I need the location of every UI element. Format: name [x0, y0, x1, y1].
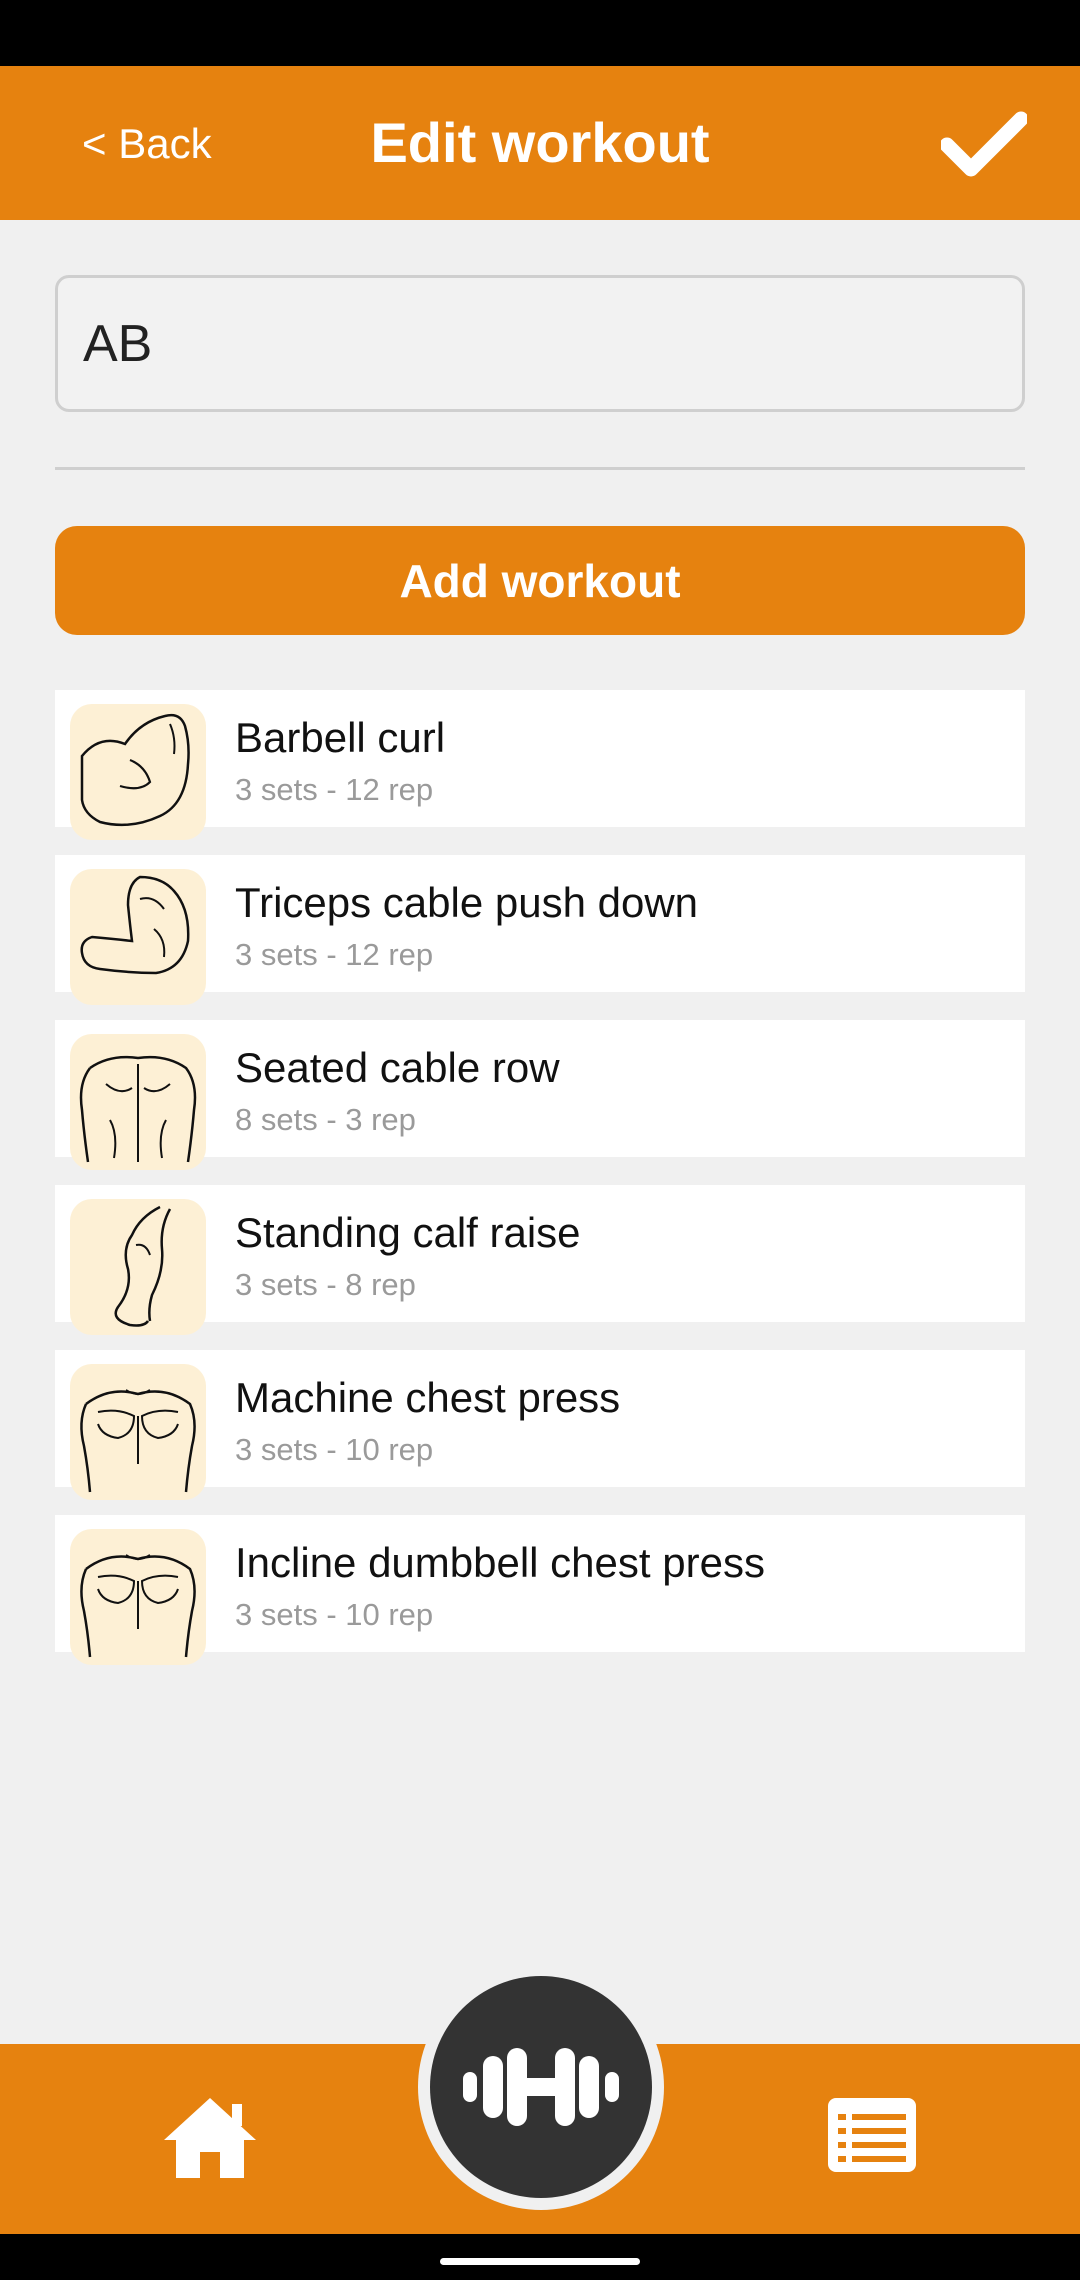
home-indicator[interactable] [440, 2258, 640, 2265]
app-header: < Back Edit workout [0, 66, 1080, 220]
list-item[interactable]: Triceps cable push down 3 sets - 12 rep [55, 855, 1025, 1005]
exercise-name: Seated cable row [235, 1044, 560, 1091]
exercise-list: Barbell curl 3 sets - 12 rep Triceps cab… [55, 690, 1025, 1680]
back-button[interactable]: < Back [82, 116, 212, 172]
exercise-detail: 3 sets - 12 rep [235, 937, 434, 972]
list-item[interactable]: Standing calf raise 3 sets - 8 rep [55, 1185, 1025, 1335]
home-button[interactable] [160, 2092, 260, 2184]
home-icon [164, 2098, 256, 2178]
exercise-detail: 3 sets - 8 rep [235, 1267, 416, 1302]
exercise-detail: 3 sets - 10 rep [235, 1597, 434, 1632]
list-item[interactable]: Machine chest press 3 sets - 10 rep [55, 1350, 1025, 1500]
workout-fab-button[interactable] [430, 1976, 652, 2198]
checkmark-icon [941, 111, 1027, 177]
back-icon [70, 1034, 206, 1170]
system-nav-bar [0, 2234, 1080, 2280]
exercise-detail: 3 sets - 12 rep [235, 772, 434, 807]
exercise-name: Incline dumbbell chest press [235, 1539, 765, 1586]
chest-icon [70, 1529, 206, 1665]
exercise-detail: 8 sets - 3 rep [235, 1102, 416, 1137]
calf-icon [70, 1199, 206, 1335]
workout-name-input[interactable] [55, 275, 1025, 412]
list-item[interactable]: Barbell curl 3 sets - 12 rep [55, 690, 1025, 840]
chest-icon [70, 1364, 206, 1500]
add-workout-button[interactable]: Add workout [55, 526, 1025, 635]
list-button[interactable] [826, 2096, 918, 2174]
status-bar [0, 0, 1080, 66]
divider [55, 467, 1025, 470]
exercise-detail: 3 sets - 10 rep [235, 1432, 434, 1467]
dumbbell-icon [463, 2048, 619, 2126]
confirm-button[interactable] [936, 106, 1032, 182]
biceps-icon [70, 704, 206, 840]
list-item[interactable]: Incline dumbbell chest press 3 sets - 10… [55, 1515, 1025, 1665]
exercise-name: Triceps cable push down [235, 879, 699, 926]
exercise-name: Standing calf raise [235, 1209, 581, 1256]
list-item[interactable]: Seated cable row 8 sets - 3 rep [55, 1020, 1025, 1170]
list-icon [828, 2098, 916, 2172]
exercise-name: Machine chest press [235, 1374, 621, 1421]
triceps-icon [70, 869, 206, 1005]
exercise-name: Barbell curl [235, 714, 446, 761]
